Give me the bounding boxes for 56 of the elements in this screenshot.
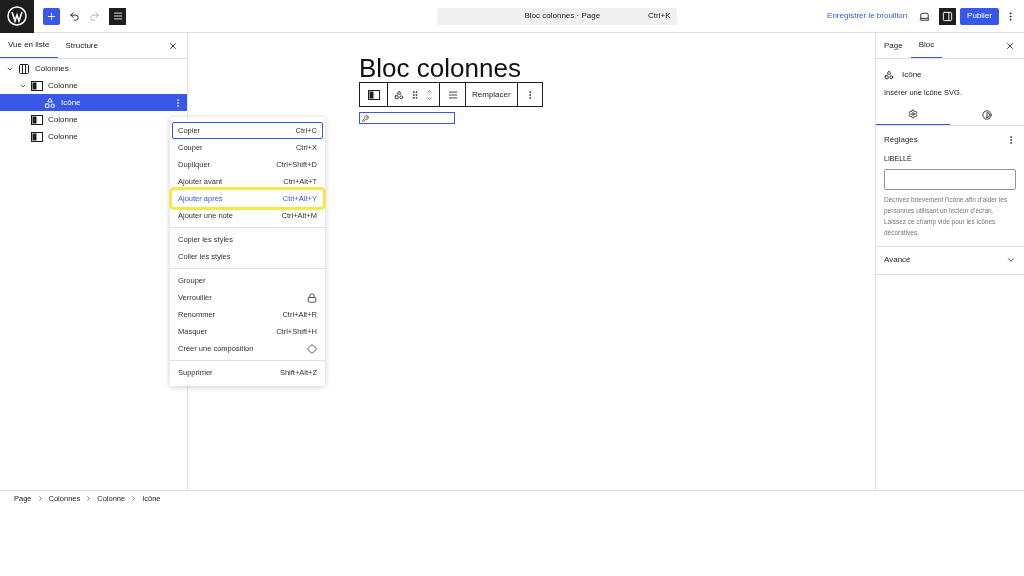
plus-icon xyxy=(46,10,57,22)
publish-button[interactable]: Publier xyxy=(960,7,999,25)
shapes-icon xyxy=(884,70,894,80)
panel-title: Avancé xyxy=(884,254,912,267)
tab[interactable]: Page xyxy=(876,33,911,58)
settings-icon xyxy=(908,109,918,120)
align-icon xyxy=(447,89,458,100)
tree-item[interactable]: Colonne xyxy=(0,128,82,145)
shortcut: Ctrl+K xyxy=(648,10,672,22)
columns-icon xyxy=(18,62,30,75)
command-bar[interactable]: Bloc colonnes · Page Ctrl+K xyxy=(436,7,677,25)
save-draft-link[interactable]: Enregistrer le brouillon xyxy=(827,10,908,22)
tab[interactable]: Vue en liste xyxy=(0,33,58,58)
chevron-icon xyxy=(85,495,93,502)
shapes-icon xyxy=(44,96,56,109)
wordpress-logo[interactable] xyxy=(0,0,34,33)
undo-icon[interactable] xyxy=(69,10,80,22)
close-icon[interactable] xyxy=(1005,40,1015,51)
tree-item-label: Colonne xyxy=(48,79,78,92)
tree-item[interactable]: Colonne xyxy=(0,77,82,94)
column-icon xyxy=(367,89,380,100)
column-icon xyxy=(31,80,43,91)
key-icon xyxy=(362,114,369,122)
column-icon xyxy=(31,131,43,142)
tab[interactable]: Structure xyxy=(57,33,106,58)
tree-item[interactable]: Icône xyxy=(0,94,187,111)
shapes-icon xyxy=(394,89,404,100)
tree-item[interactable]: Colonnes xyxy=(0,60,73,77)
lock-icon xyxy=(307,292,317,303)
tree-item-label: Icône xyxy=(61,96,82,109)
document-overview-button[interactable] xyxy=(109,7,126,25)
icon-block[interactable] xyxy=(359,112,455,124)
chevron-icon xyxy=(36,495,44,502)
chevron-down-icon xyxy=(426,94,433,102)
tree-item-label: Colonnes xyxy=(35,62,69,75)
settings-toggle-button[interactable] xyxy=(939,7,957,25)
chevron-icon xyxy=(130,495,138,502)
tree-item-label: Colonne xyxy=(48,113,78,126)
document-title: Bloc colonnes · Page xyxy=(523,10,602,22)
column-icon xyxy=(31,114,43,125)
panel-title: Réglages xyxy=(884,134,919,147)
tree-item-label: Colonne xyxy=(48,130,78,143)
block-name: Icône xyxy=(902,69,922,81)
label-input-field[interactable] xyxy=(884,168,1016,190)
contrast-icon xyxy=(982,109,992,120)
add-block-button[interactable] xyxy=(43,7,60,25)
sidebar-icon xyxy=(942,10,954,22)
tree-item[interactable]: Colonne xyxy=(0,111,82,128)
tab[interactable]: Bloc xyxy=(910,33,943,58)
close-icon[interactable] xyxy=(168,40,178,51)
page-title: Bloc colonnes xyxy=(359,55,521,81)
list-icon xyxy=(112,11,123,21)
drag-handle-icon[interactable] xyxy=(410,89,420,100)
laptop-icon[interactable] xyxy=(919,10,931,22)
pattern-icon xyxy=(307,343,317,354)
chevron-up-icon xyxy=(426,87,433,95)
